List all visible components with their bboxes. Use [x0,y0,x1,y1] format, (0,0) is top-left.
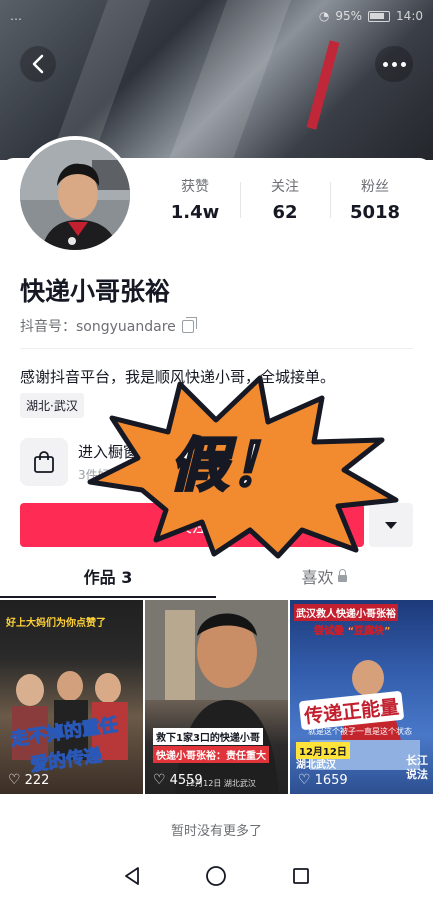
lock-icon [337,569,347,582]
video-location: 湖北武汉 [296,760,336,771]
video-thumbnail[interactable]: 武汉救人快递小哥张裕 尝试叠 “豆腐块” 传递正能量 就是这个被子一直是这个状态… [290,600,433,794]
profile-name: 快递小哥张裕 [20,277,171,306]
video-caption-top: 好上大妈们为你点赞了 [6,618,106,629]
profile-screen: { "status_bar": { "left_text": "\u2026",… [0,0,433,900]
stat-likes[interactable]: 获赞 1.4w [150,176,240,226]
heart-icon: ♡ [153,772,166,788]
status-time: 14:0 [396,9,423,23]
tab-works[interactable]: 作品 3 [0,562,216,598]
video-likes: ♡ 4559 [153,772,203,788]
more-dot-icon [382,61,388,67]
chevron-left-icon [32,54,44,74]
video-scene [145,600,288,794]
video-likes: ♡ 222 [8,772,50,788]
system-navigation-bar [0,852,433,900]
douyin-id-label: 抖音号：songyuandare [20,319,176,335]
profile-tabs: 作品 3 喜欢 [0,562,433,598]
more-options-button[interactable] [375,46,413,82]
stat-value: 62 [272,202,298,223]
heart-icon: ♡ [8,772,21,788]
nav-home-icon[interactable] [205,865,227,887]
tab-likes[interactable]: 喜欢 [216,562,432,598]
douyin-id-row: 抖音号：songyuandare [20,316,197,336]
nav-back-icon[interactable] [122,866,142,886]
video-subtitle: 就是这个被子一直是这个状态 [308,727,412,736]
nav-recents-icon[interactable] [291,866,311,886]
stat-label: 关注 [271,179,299,195]
stat-value: 5018 [349,202,401,223]
video-thumbnail[interactable]: 好上大妈们为你点赞了 走不掉的重任 爱的传递 ♡ 222 [0,600,143,794]
status-bar: … ◔ 95% 14:0 [0,0,433,32]
divider [20,348,413,349]
location-tag: 湖北·武汉 [20,393,84,418]
video-grid: 好上大妈们为你点赞了 走不掉的重任 爱的传递 ♡222 救下1家3口的快递小哥 [0,600,433,794]
douyin-id-value: songyuandare [76,319,176,335]
video-likes: ♡ 1659 [298,772,348,788]
avatar[interactable] [16,136,134,254]
copy-icon[interactable] [181,316,197,333]
no-more-content-text: 暂时没有更多了 [170,824,262,839]
battery-icon [368,10,391,22]
stat-label: 粉丝 [361,179,389,195]
video-watermark: 长江说法 [406,754,428,781]
stat-followers[interactable]: 粉丝 5018 [330,176,420,226]
stat-following[interactable]: 关注 62 [240,176,330,226]
video-thumbnail[interactable]: 救下1家3口的快递小哥 快递小哥张裕：责任重大 12月12日 湖北武汉 ♡ 455… [145,600,288,794]
wifi-icon: ◔ [318,9,330,23]
more-dot-icon [391,61,397,67]
more-dot-icon [400,61,406,67]
heart-icon: ♡ [298,772,311,788]
stat-label: 获赞 [181,179,209,195]
video-caption-main: 快递小哥张裕：责任重大 [153,746,269,763]
video-caption-top: 救下1家3口的快递小哥 [153,728,263,745]
shopping-bag-icon [20,438,68,486]
stat-value: 1.4w [170,202,220,223]
status-left-text: … [10,9,22,23]
profile-stats: 获赞 1.4w 关注 62 粉丝 5018 [150,176,420,226]
battery-percent: 95% [335,9,363,23]
back-button[interactable] [20,46,56,82]
sticker-text: 假！ [168,430,290,501]
